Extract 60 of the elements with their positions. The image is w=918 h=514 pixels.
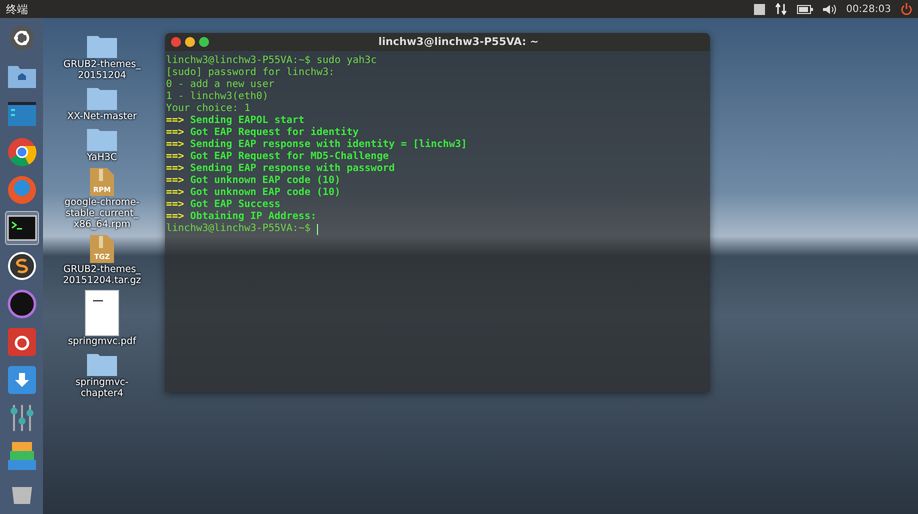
arrow-marker: ==> xyxy=(166,127,184,139)
battery-icon[interactable] xyxy=(797,4,814,14)
letter-s-circle-icon xyxy=(6,251,36,281)
speaker-icon[interactable] xyxy=(823,4,836,14)
keyboard-indicator-icon[interactable] xyxy=(754,4,766,14)
ubuntu-logo-icon xyxy=(8,24,36,52)
desktop-icon-label[interactable]: XX-Net-master xyxy=(61,111,143,122)
launcher-item[interactable] xyxy=(4,211,38,245)
status-message: Got EAP Request for MD5-Challenge xyxy=(190,151,389,162)
file-manager-icon xyxy=(6,101,36,127)
window-title: 终端 xyxy=(6,2,29,16)
browser-icon xyxy=(6,175,36,205)
folder-icon xyxy=(86,351,118,377)
folder-icon xyxy=(86,85,118,111)
ring-icon xyxy=(6,289,36,319)
home-folder-icon xyxy=(6,63,36,89)
desktop-icon-label[interactable]: YaH3C xyxy=(61,152,143,163)
arrow-marker: ==> xyxy=(166,175,184,187)
power-icon[interactable] xyxy=(901,3,912,15)
terminal-line: 0 - add a new user xyxy=(166,79,274,91)
status-message: Got EAP Request for identity xyxy=(190,127,359,138)
status-message: Obtaining IP Address: xyxy=(190,211,316,223)
arrow-marker: ==> xyxy=(166,163,184,175)
sliders-icon xyxy=(8,403,36,433)
terminal-line: 1 - linchw3(eth0) xyxy=(166,91,268,103)
arrow-marker: ==> xyxy=(166,187,184,199)
status-message: Got unknown EAP code (10) xyxy=(190,175,341,187)
status-message: Sending EAP response with password xyxy=(190,163,395,175)
arrow-marker: ==> xyxy=(166,151,184,163)
stacked-documents-icon xyxy=(6,441,36,471)
terminal-icon xyxy=(6,215,36,241)
folder-icon xyxy=(86,126,118,152)
download-icon xyxy=(8,366,36,394)
status-message: Sending EAPOL start xyxy=(190,115,304,127)
terminal-line: linchw3@linchw3-P55VA:~$ sudo yah3c xyxy=(166,55,377,67)
network-arrows-icon[interactable] xyxy=(775,3,788,15)
desktop-icon-label[interactable]: GRUB2-themes_ 20151204 xyxy=(61,59,143,81)
browser-icon xyxy=(6,137,36,167)
arrow-marker: ==> xyxy=(166,139,184,151)
music-app-icon xyxy=(8,328,36,356)
status-message: Sending EAP response with identity = [linchw3] xyxy=(190,139,468,151)
desktop-icon-label[interactable]: GRUB2-themes_ 20151204.tar.gz xyxy=(61,264,143,286)
close-button[interactable] xyxy=(171,37,181,47)
arrow-marker: ==> xyxy=(166,115,184,127)
desktop-icon-label[interactable]: springmvc.pdf xyxy=(61,336,143,347)
terminal-line: [sudo] password for linchw3: xyxy=(166,67,335,79)
desktop-icon-label[interactable]: springmvc- chapter4 xyxy=(61,377,143,399)
folder-icon xyxy=(86,33,118,59)
document-icon xyxy=(85,290,119,336)
status-message: Got unknown EAP code (10) xyxy=(190,187,341,199)
shell-prompt: linchw3@linchw3-P55VA:~$ xyxy=(166,223,310,235)
clock[interactable]: 00:28:03 xyxy=(846,4,891,14)
terminal-title: linchw3@linchw3-P55VA: ~ xyxy=(377,36,540,48)
text-cursor xyxy=(316,224,318,234)
arrow-marker: ==> xyxy=(166,211,184,223)
terminal-line: Your choice: 1 xyxy=(166,103,250,114)
status-message: Got EAP Success xyxy=(190,199,280,210)
maximize-button[interactable] xyxy=(199,37,209,47)
arrow-marker: ==> xyxy=(166,199,184,211)
minimize-button[interactable] xyxy=(185,37,195,47)
